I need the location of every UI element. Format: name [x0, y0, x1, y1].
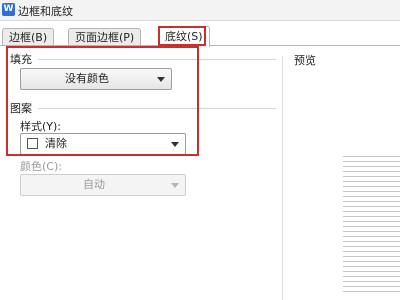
wps-writer-icon: W	[2, 3, 15, 16]
preview-sample	[343, 156, 400, 296]
style-label: 样式(Y):	[20, 120, 62, 133]
fill-separator	[38, 59, 276, 60]
title-bar: W 边框和底纹	[0, 0, 400, 21]
window-title: 边框和底纹	[18, 5, 73, 18]
pattern-color-label: 颜色(C):	[20, 160, 62, 173]
pattern-color-value: 自动	[83, 178, 105, 191]
chevron-down-icon	[157, 77, 165, 82]
fill-color-value: 没有颜色	[65, 72, 109, 85]
chevron-down-icon	[171, 142, 179, 147]
pattern-style-value: 清除	[45, 137, 67, 150]
pattern-color-dropdown[interactable]: 自动	[20, 174, 186, 196]
chevron-down-icon	[171, 183, 179, 188]
preview-divider	[282, 56, 283, 300]
pattern-section-label: 图案	[10, 102, 32, 115]
tab-page-borders[interactable]: 页面边框(P)	[68, 28, 142, 45]
tab-shading[interactable]: 底纹(S)	[158, 26, 210, 47]
pattern-style-dropdown[interactable]: 清除	[20, 133, 186, 155]
pattern-swatch	[27, 138, 38, 149]
fill-section-label: 填充	[10, 53, 32, 66]
tab-strip: 边框(B) 页面边框(P) 底纹(S)	[0, 26, 400, 47]
fill-color-dropdown[interactable]: 没有颜色	[20, 68, 172, 90]
preview-label: 预览	[294, 54, 316, 67]
tab-borders[interactable]: 边框(B)	[2, 28, 55, 45]
pattern-separator	[38, 108, 276, 109]
